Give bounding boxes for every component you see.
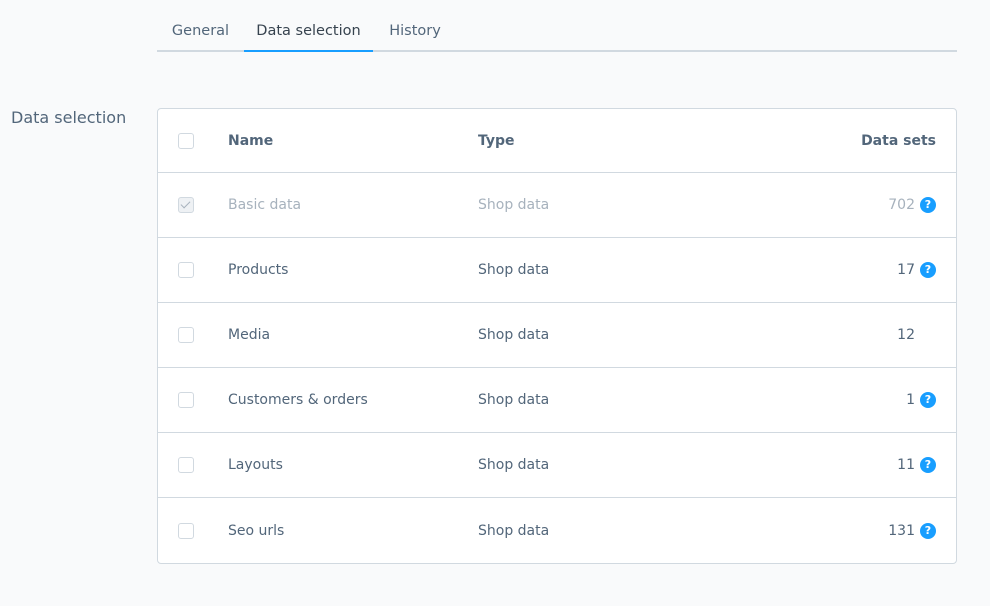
row-data-sets: 17? [897, 238, 936, 302]
row-type: Shop data [478, 457, 550, 473]
row-checkbox[interactable] [178, 327, 194, 343]
row-checkbox [178, 197, 194, 213]
checkmark-icon [180, 198, 191, 209]
select-all-checkbox[interactable] [178, 132, 194, 149]
table-row[interactable]: Customers & orders Shop data 1? [158, 368, 956, 433]
column-header-name: Name [228, 132, 274, 149]
row-data-sets: 11? [897, 433, 936, 497]
row-name: Seo urls [228, 522, 285, 539]
data-selection-grid: Name Type Data sets Basic data Shop data 7… [157, 108, 957, 564]
row-type: Shop data [478, 197, 550, 213]
tab-bar: General Data selection History [157, 14, 957, 52]
row-data-sets: 131? [888, 498, 936, 563]
help-icon[interactable]: ? [920, 522, 936, 539]
column-header-type: Type [478, 132, 515, 149]
table-row[interactable]: Seo urls Shop data 131? [158, 498, 956, 563]
row-name: Products [228, 262, 289, 278]
table-row[interactable]: Media Shop data 12 [158, 303, 956, 368]
row-name: Layouts [228, 457, 283, 473]
data-sets-count: 1 [906, 392, 915, 408]
data-sets-count: 131 [888, 522, 915, 539]
row-data-sets: 12 [897, 303, 936, 367]
data-sets-count: 11 [897, 457, 915, 473]
row-data-sets: 1? [906, 368, 936, 432]
tab-general[interactable]: General [157, 14, 244, 52]
row-type: Shop data [478, 327, 550, 343]
table-row[interactable]: Layouts Shop data 11? [158, 433, 956, 498]
row-type: Shop data [478, 522, 550, 539]
data-sets-count: 12 [897, 327, 915, 343]
tab-data-selection[interactable]: Data selection [244, 14, 373, 52]
row-checkbox[interactable] [178, 392, 194, 408]
grid-header-row: Name Type Data sets [158, 109, 956, 173]
row-type: Shop data [478, 262, 550, 278]
row-data-sets: 702? [888, 173, 936, 237]
row-checkbox[interactable] [178, 522, 194, 539]
data-sets-count: 702 [888, 197, 915, 213]
row-checkbox[interactable] [178, 457, 194, 473]
help-icon[interactable]: ? [920, 197, 936, 213]
data-sets-count: 17 [897, 262, 915, 278]
section-label: Data selection [11, 108, 127, 127]
help-icon[interactable]: ? [920, 262, 936, 278]
column-header-data-sets: Data sets [861, 132, 936, 149]
tab-history[interactable]: History [373, 14, 457, 52]
row-type: Shop data [478, 392, 550, 408]
help-icon[interactable]: ? [920, 457, 936, 473]
table-row[interactable]: Products Shop data 17? [158, 238, 956, 303]
table-row[interactable]: Basic data Shop data 702? [158, 173, 956, 238]
row-name: Basic data [228, 197, 302, 213]
row-name: Media [228, 327, 271, 343]
help-icon[interactable]: ? [920, 392, 936, 408]
row-name: Customers & orders [228, 392, 368, 408]
row-checkbox[interactable] [178, 262, 194, 278]
